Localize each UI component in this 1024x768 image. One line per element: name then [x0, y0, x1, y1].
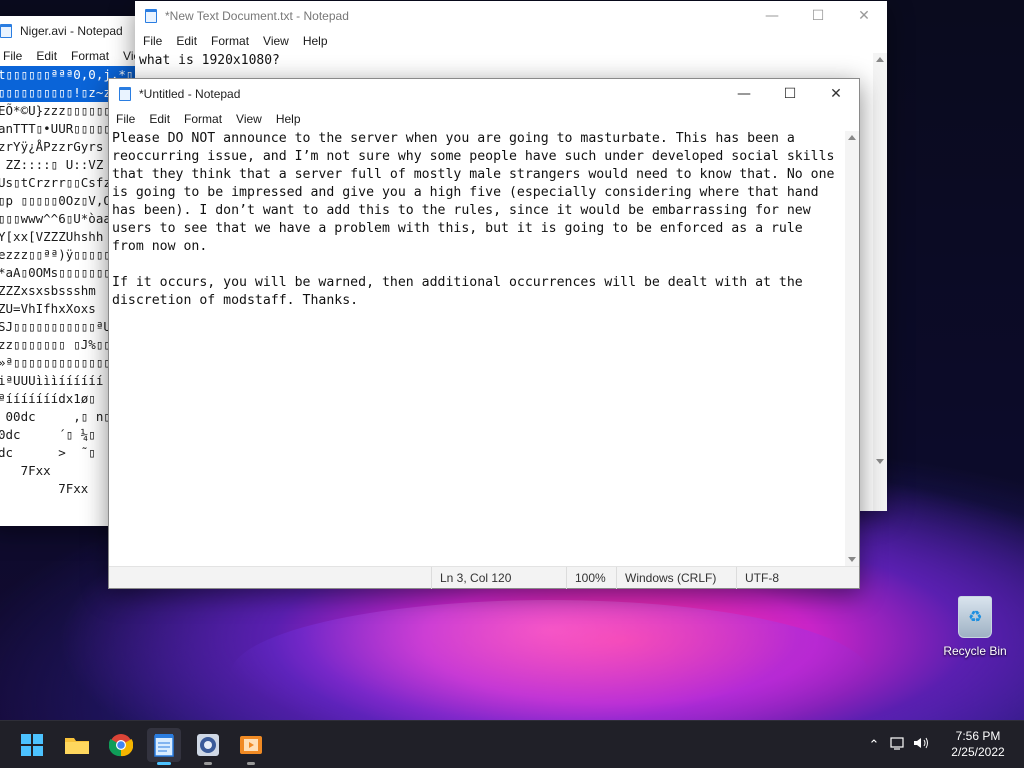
minimize-button[interactable]: — — [749, 1, 795, 31]
system-tray: ⌃ — [862, 721, 934, 768]
menu-format[interactable]: Format — [177, 112, 229, 126]
file-explorer-button[interactable] — [60, 728, 94, 762]
status-position: Ln 3, Col 120 — [431, 566, 566, 589]
scroll-down-icon[interactable] — [876, 459, 884, 464]
maximize-button[interactable]: ☐ — [795, 1, 841, 31]
menu-help[interactable]: Help — [296, 34, 335, 48]
clock-date: 2/25/2022 — [951, 745, 1005, 759]
title-bar[interactable]: *New Text Document.txt - Notepad — ☐ ✕ — [135, 1, 887, 31]
clock-time: 7:56 PM — [955, 729, 1001, 743]
taskbar: ⌃ 7:56 PM 2/25/2022 — [0, 720, 1024, 768]
menu-file[interactable]: File — [0, 49, 29, 63]
chrome-button[interactable] — [104, 728, 138, 762]
menu-help[interactable]: Help — [269, 112, 308, 126]
menu-bar: File Edit Format View Help — [109, 109, 859, 129]
status-encoding: UTF-8 — [736, 566, 826, 589]
notepad-icon — [0, 24, 12, 38]
text-area[interactable]: Please DO NOT announce to the server whe… — [112, 130, 842, 310]
text-area[interactable]: what is 1920x1080? — [139, 53, 280, 68]
chevron-up-icon[interactable]: ⌃ — [862, 738, 886, 753]
menu-file[interactable]: File — [109, 112, 142, 126]
chrome-icon — [109, 734, 133, 757]
media-player-app-button[interactable] — [191, 728, 225, 765]
vertical-scrollbar[interactable] — [873, 53, 887, 511]
notepad-icon — [154, 734, 174, 757]
menu-file[interactable]: File — [136, 34, 169, 48]
status-spacer — [109, 567, 431, 589]
clock[interactable]: 7:56 PM 2/25/2022 — [938, 728, 1018, 760]
status-zoom: 100% — [566, 566, 616, 589]
start-icon — [21, 734, 43, 756]
notepad-icon — [119, 87, 131, 101]
window-controls: — ☐ ✕ — [749, 1, 887, 31]
recycle-bin-label: Recycle Bin — [943, 644, 1007, 658]
menu-format[interactable]: Format — [64, 49, 116, 63]
notepad-taskbar-button[interactable] — [147, 728, 181, 765]
status-bar: Ln 3, Col 120 100% Windows (CRLF) UTF-8 — [109, 566, 859, 589]
menu-bar: File Edit Format View — [0, 46, 149, 66]
menu-view[interactable]: View — [229, 112, 269, 126]
menu-edit[interactable]: Edit — [169, 34, 204, 48]
network-icon[interactable] — [886, 736, 910, 754]
window-title: *Untitled - Notepad — [139, 87, 241, 101]
notepad-icon — [145, 9, 157, 23]
scroll-down-icon[interactable] — [848, 557, 856, 562]
menu-bar: File Edit Format View Help — [135, 31, 887, 51]
close-button[interactable]: ✕ — [841, 1, 887, 31]
recycle-bin-shortcut[interactable]: ♻ Recycle Bin — [940, 596, 1010, 658]
title-bar[interactable]: Niger.avi - Notepad — [0, 16, 140, 46]
minimize-button[interactable]: — — [721, 79, 767, 109]
status-line-ending: Windows (CRLF) — [616, 566, 736, 589]
window-title: Niger.avi - Notepad — [20, 24, 123, 38]
menu-edit[interactable]: Edit — [29, 49, 64, 63]
vertical-scrollbar[interactable] — [845, 131, 859, 566]
close-button[interactable]: ✕ — [813, 79, 859, 109]
maximize-button[interactable]: ☐ — [767, 79, 813, 109]
start-button[interactable] — [15, 728, 49, 762]
video-app-button[interactable] — [234, 728, 268, 765]
video-app-icon — [240, 736, 262, 754]
volume-icon[interactable] — [910, 736, 934, 754]
scroll-up-icon[interactable] — [876, 57, 884, 62]
menu-format[interactable]: Format — [204, 34, 256, 48]
window-title: *New Text Document.txt - Notepad — [165, 9, 349, 23]
window-controls: — ☐ ✕ — [721, 79, 859, 109]
recycle-bin-icon: ♻ — [958, 596, 992, 638]
scroll-up-icon[interactable] — [848, 135, 856, 140]
menu-view[interactable]: View — [256, 34, 296, 48]
title-bar[interactable]: *Untitled - Notepad — ☐ ✕ — [109, 79, 859, 109]
notepad-window-untitled[interactable]: *Untitled - Notepad — ☐ ✕ File Edit Form… — [108, 78, 860, 589]
file-explorer-icon — [65, 738, 89, 754]
media-player-app-icon — [197, 734, 219, 756]
menu-edit[interactable]: Edit — [142, 112, 177, 126]
